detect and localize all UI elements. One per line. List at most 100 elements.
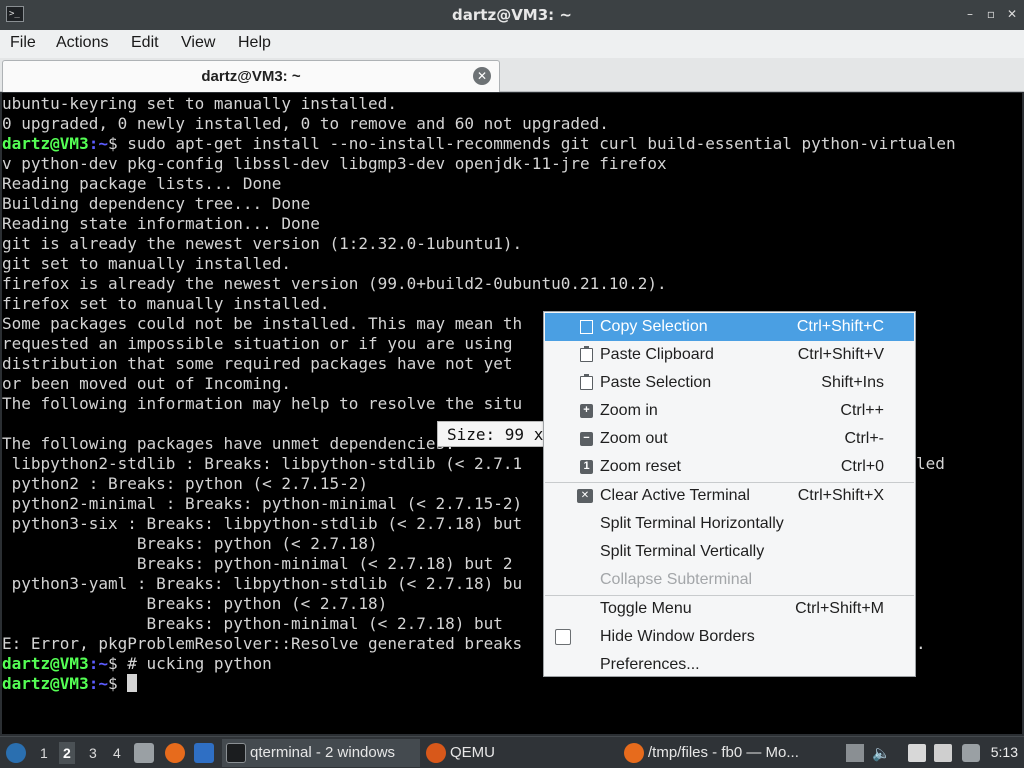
output-text: Reading state information... Done [2,214,320,233]
workspace-1[interactable]: 1 [40,745,48,761]
menu-item-shortcut: Ctrl+Shift+C [796,318,884,335]
terminal-cursor [127,674,138,692]
workspace-2[interactable]: 2 [59,742,75,764]
network-tray-icon[interactable] [934,744,952,762]
output-text: requested an impossible situation or if … [2,334,513,353]
workspace-4[interactable]: 4 [113,745,121,761]
maximize-button[interactable]: ▫ [983,6,999,22]
output-text: distribution that some required packages… [2,354,513,373]
terminal-line: distribution that some required packages… [2,354,513,374]
menu-item-zoom-in[interactable]: + Zoom in Ctrl++ [545,397,914,425]
clipboard-tray-icon[interactable] [846,744,864,762]
menu-item-preferences[interactable]: Preferences... [545,651,914,679]
tab-bar: dartz@VM3: ~ ✕ [0,58,1024,92]
window-title: dartz@VM3: ~ [452,6,572,24]
menu-item-label: Split Terminal Horizontally [600,515,784,532]
terminal-line: Breaks: python (< 2.7.18) [2,594,387,614]
task-label: /tmp/files - fb0 — Mo... [648,744,799,761]
close-button[interactable]: ✕ [1004,6,1020,22]
notification-icon[interactable] [962,744,980,762]
volume-icon[interactable]: 🔈 [872,744,891,762]
menu-item-zoom-reset[interactable]: 1 Zoom reset Ctrl+0 [545,453,914,481]
menu-view[interactable]: View [181,34,215,52]
terminal-line: firefox is already the newest version (9… [2,274,667,294]
paste-icon [580,346,593,362]
output-text: E: Error, pkgProblemResolver::Resolve ge… [2,634,523,653]
menu-help[interactable]: Help [238,34,271,52]
context-menu: Copy Selection Ctrl+Shift+C Paste Clipboar… [543,311,916,677]
show-desktop-icon[interactable] [194,743,214,763]
output-text: Building dependency tree... Done [2,194,311,213]
file-manager-icon[interactable] [134,743,154,763]
menu-item-collapse-subterminal: Collapse Subterminal [545,566,914,594]
zoom-reset-icon: 1 [580,460,593,474]
terminal-line: firefox set to manually installed. [2,294,330,314]
firefox-launcher-icon[interactable] [165,743,185,763]
terminal-line: 0 upgraded, 0 newly installed, 0 to remo… [2,114,609,134]
tab-close-icon[interactable]: ✕ [473,67,491,85]
terminal-line: python2 : Breaks: python (< 2.7.15-2) [2,474,368,494]
task-qterminal[interactable]: qterminal - 2 windows [222,739,420,767]
prompt-user: dartz@VM3 [2,654,89,673]
terminal-line: dartz@VM3:~$ sudo apt-get install --no-i… [2,134,956,154]
paste-icon [580,374,593,390]
terminal-line: dartz@VM3:~$ # ucking python [2,654,272,674]
output-text: 0 upgraded, 0 newly installed, 0 to remo… [2,114,609,133]
menu-item-label: Paste Selection [600,374,712,391]
output-text: The following information may help to re… [2,394,523,413]
prompt-user: dartz@VM3 [2,674,89,693]
copy-icon [580,320,593,334]
tab-terminal[interactable]: dartz@VM3: ~ ✕ [2,60,500,92]
clock[interactable]: 5:13 [991,744,1018,760]
terminal-line: dartz@VM3:~$ [2,674,138,694]
terminal-line: python3-yaml : Breaks: libpython-stdlib … [2,574,523,594]
output-text: Breaks: python-minimal (< 2.7.18) but 2 [2,554,513,573]
menu-item-split-terminal-vertically[interactable]: Split Terminal Vertically [545,538,914,566]
terminal-line: Breaks: python-minimal (< 2.7.18) but 2 [2,554,513,574]
terminal-line: python3-six : Breaks: libpython-stdlib (… [2,514,523,534]
command-text: $ [107,674,128,693]
notes-tray-icon[interactable] [908,744,926,762]
menu-item-clear-active-terminal[interactable]: ✕ Clear Active Terminal Ctrl+Shift+X [545,482,914,510]
terminal-line: Building dependency tree... Done [2,194,310,214]
terminal-icon [226,743,246,763]
minimize-button[interactable]: – [962,6,978,22]
menu-item-label: Toggle Menu [600,600,692,617]
window-titlebar[interactable]: >_ dartz@VM3: ~ – ▫ ✕ [0,0,1024,30]
menu-item-label: Clear Active Terminal [600,487,750,504]
terminal-line: Breaks: python-minimal (< 2.7.18) but [2,614,502,634]
output-text-trailing: . [916,634,926,653]
menu-item-label: Copy Selection [600,318,708,335]
qemu-icon [426,743,446,763]
menu-item-hide-window-borders[interactable]: Hide Window Borders [545,623,914,651]
menu-item-label: Preferences... [600,656,700,673]
menu-file[interactable]: File [10,34,36,52]
menu-item-label: Zoom out [600,430,668,447]
menu-actions[interactable]: Actions [56,34,108,52]
output-text: git set to manually installed. [2,254,291,273]
output-text: libpython2-stdlib : Breaks: libpython-st… [2,454,523,473]
workspace-3[interactable]: 3 [89,745,97,761]
output-text: python2 : Breaks: python (< 2.7.15-2) [2,474,369,493]
firefox-icon [624,743,644,763]
task-qemu[interactable]: QEMU [422,739,618,767]
terminal-line: Some packages could not be installed. Th… [2,314,522,334]
terminal-line: requested an impossible situation or if … [2,334,513,354]
menu-item-paste-clipboard[interactable]: Paste Clipboard Ctrl+Shift+V [545,341,914,369]
output-text: Reading package lists... Done [2,174,282,193]
menu-item-copy-selection[interactable]: Copy Selection Ctrl+Shift+C [545,313,914,341]
menu-item-zoom-out[interactable]: − Zoom out Ctrl+- [545,425,914,453]
terminal-line: E: Error, pkgProblemResolver::Resolve ge… [2,634,522,654]
start-menu-icon[interactable] [6,743,26,763]
menu-item-label: Paste Clipboard [600,346,714,363]
menu-item-toggle-menu[interactable]: Toggle Menu Ctrl+Shift+M [545,595,914,623]
checkbox[interactable] [555,629,571,645]
output-text: or been moved out of Incoming. [2,374,291,393]
menu-item-paste-selection[interactable]: Paste Selection Shift+Ins [545,369,914,397]
task-firefox[interactable]: /tmp/files - fb0 — Mo... [620,739,818,767]
menu-edit[interactable]: Edit [131,34,159,52]
tab-label: dartz@VM3: ~ [201,68,301,85]
menu-item-label: Hide Window Borders [600,628,755,645]
menu-item-split-terminal-horizontally[interactable]: Split Terminal Horizontally [545,510,914,538]
task-label: qterminal - 2 windows [250,744,396,761]
